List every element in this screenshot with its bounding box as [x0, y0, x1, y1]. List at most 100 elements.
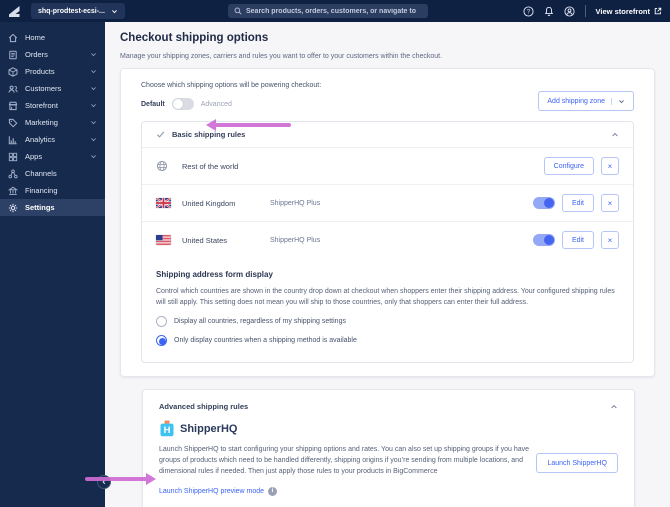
configure-button[interactable]: Configure: [543, 157, 594, 175]
advanced-rules-description: Launch ShipperHQ to start configuring yo…: [159, 446, 530, 475]
sidebar-item-home[interactable]: Home: [0, 29, 105, 46]
shipping-zone-row: Rest of the world Configure ×: [142, 147, 633, 184]
sidebar-item-label: Apps: [25, 152, 43, 161]
sidebar-item-label: Analytics: [25, 135, 56, 144]
shipping-zone-row: United States ShipperHQ Plus Edit ×: [142, 221, 633, 258]
sidebar-item-customers[interactable]: Customers: [0, 80, 105, 97]
sidebar-item-storefront[interactable]: Storefront: [0, 97, 105, 114]
add-shipping-zone-button[interactable]: Add shipping zone: [538, 91, 634, 111]
launch-shipperhq-button[interactable]: Launch ShipperHQ: [536, 453, 618, 473]
zone-provider: ShipperHQ Plus: [270, 236, 321, 244]
uk-flag-icon: [156, 198, 174, 208]
annotation-arrow-toggle: [206, 119, 292, 131]
bigcommerce-logo-icon: [8, 5, 21, 18]
radio-option-shipping-method-countries[interactable]: Only display countries when a shipping m…: [156, 335, 619, 346]
zone-provider: ShipperHQ Plus: [270, 199, 321, 207]
orders-icon: [8, 50, 18, 60]
settings-gear-icon: [8, 203, 18, 213]
global-search[interactable]: [228, 4, 428, 18]
svg-text:H: H: [164, 425, 171, 436]
address-form-heading: Shipping address form display: [156, 270, 273, 279]
sidebar: Home Orders Products Customers Storefron…: [0, 22, 105, 507]
toggle-default-label: Default: [141, 100, 165, 108]
shipperhq-wordmark: ShipperHQ: [180, 422, 238, 435]
address-form-section: Shipping address form display Control wh…: [142, 258, 633, 362]
page-subtitle: Manage your shipping zones, carriers and…: [120, 53, 443, 60]
topbar-divider: [584, 5, 586, 17]
chevron-up-icon[interactable]: [610, 403, 618, 411]
radio-unselected-icon[interactable]: [156, 316, 167, 327]
search-icon: [234, 7, 242, 15]
check-icon: [156, 130, 165, 139]
storefront-icon: [8, 101, 18, 111]
shipping-zone-row: United Kingdom ShipperHQ Plus Edit ×: [142, 184, 633, 221]
sidebar-item-channels[interactable]: Channels: [0, 165, 105, 182]
page-title: Checkout shipping options: [120, 32, 269, 44]
sidebar-item-label: Home: [25, 33, 46, 42]
marketing-icon: [8, 118, 18, 128]
remove-zone-button[interactable]: ×: [601, 194, 619, 212]
zone-enabled-toggle[interactable]: [532, 234, 555, 246]
sidebar-item-label: Orders: [25, 50, 48, 59]
edit-button[interactable]: Edit: [561, 194, 594, 212]
chevron-down-icon: [90, 102, 97, 109]
chevron-down-icon: [90, 85, 97, 92]
chevron-up-icon[interactable]: [611, 131, 619, 139]
sidebar-item-orders[interactable]: Orders: [0, 46, 105, 63]
analytics-icon: [8, 135, 18, 145]
notifications-bell-icon[interactable]: [544, 6, 554, 17]
basic-rules-header: Basic shipping rules: [172, 130, 246, 139]
sidebar-item-label: Products: [25, 67, 55, 76]
sidebar-item-products[interactable]: Products: [0, 63, 105, 80]
remove-zone-button[interactable]: ×: [601, 231, 619, 249]
external-link-icon: [654, 7, 662, 15]
chevron-down-icon: [90, 68, 97, 75]
sidebar-item-label: Financing: [25, 186, 58, 195]
basic-shipping-rules-panel: Basic shipping rules Rest of the world C…: [141, 121, 634, 363]
help-icon[interactable]: ?: [522, 5, 534, 17]
main-content: Checkout shipping options Manage your sh…: [105, 22, 670, 507]
view-storefront-button[interactable]: View storefront: [596, 7, 662, 16]
chevron-down-icon: [90, 153, 97, 160]
products-icon: [8, 66, 18, 77]
sidebar-item-label: Channels: [25, 169, 57, 178]
view-storefront-label: View storefront: [595, 6, 650, 16]
sidebar-item-label: Storefront: [25, 101, 58, 110]
chevron-down-icon: [611, 97, 625, 105]
radio-selected-icon[interactable]: [156, 335, 167, 346]
sidebar-item-apps[interactable]: Apps: [0, 148, 105, 165]
chevron-down-icon: [90, 51, 97, 58]
store-switcher-button[interactable]: shq-prodtest-ecsi-...: [31, 3, 125, 19]
zone-enabled-toggle[interactable]: [532, 197, 555, 209]
chevron-down-icon: [111, 8, 118, 15]
default-advanced-toggle[interactable]: [171, 98, 194, 110]
advanced-rules-header: Advanced shipping rules: [159, 402, 249, 411]
financing-icon: [8, 186, 18, 196]
zone-name: Rest of the world: [182, 161, 239, 171]
svg-text:?: ?: [526, 8, 530, 15]
launch-preview-mode-link[interactable]: Launch ShipperHQ preview mode: [159, 488, 264, 495]
account-icon[interactable]: [563, 5, 575, 17]
chevron-down-icon: [90, 119, 97, 126]
info-icon[interactable]: i: [268, 486, 278, 496]
zone-name: United States: [182, 235, 228, 245]
radio-option-all-countries[interactable]: Display all countries, regardless of my …: [156, 316, 619, 327]
us-flag-icon: [156, 235, 174, 245]
search-input[interactable]: [246, 7, 422, 15]
add-shipping-zone-label: Add shipping zone: [547, 97, 605, 105]
choose-options-label: Choose which shipping options will be po…: [141, 82, 322, 89]
sidebar-item-financing[interactable]: Financing: [0, 182, 105, 199]
store-name: shq-prodtest-ecsi-...: [38, 7, 105, 15]
toggle-advanced-label: Advanced: [200, 100, 232, 108]
sidebar-item-label: Customers: [25, 84, 62, 93]
sidebar-item-settings[interactable]: Settings: [0, 199, 105, 216]
sidebar-item-analytics[interactable]: Analytics: [0, 131, 105, 148]
zone-name: United Kingdom: [182, 198, 236, 208]
home-icon: [8, 33, 18, 43]
shipperhq-logo-icon: H: [159, 420, 175, 437]
remove-zone-button[interactable]: ×: [601, 157, 619, 175]
channels-icon: [8, 168, 18, 179]
sidebar-item-marketing[interactable]: Marketing: [0, 114, 105, 131]
advanced-shipping-rules-card: Advanced shipping rules H ShipperHQ Laun…: [142, 389, 635, 507]
edit-button[interactable]: Edit: [561, 231, 594, 249]
